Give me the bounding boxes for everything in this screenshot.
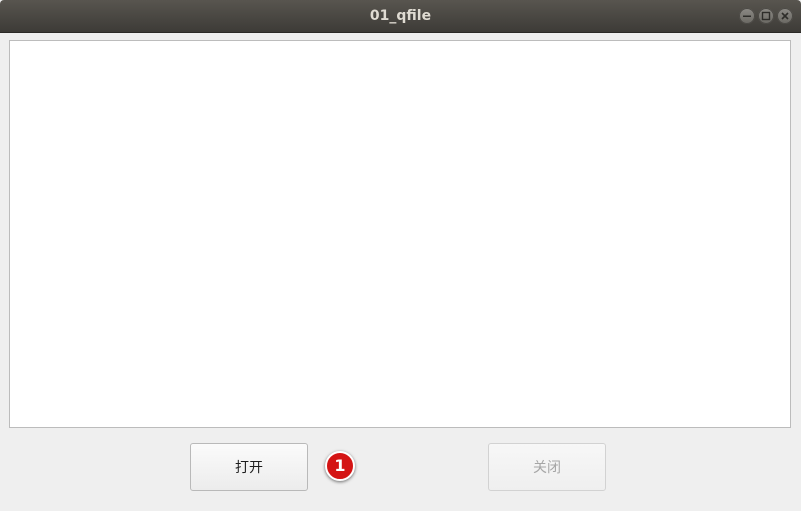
maximize-icon: [761, 11, 771, 21]
close-button[interactable]: 关闭: [488, 443, 606, 491]
minimize-icon: [743, 15, 751, 17]
close-icon: [781, 12, 789, 20]
annotation-marker: 1: [325, 451, 355, 481]
close-window-button[interactable]: [777, 8, 793, 24]
app-window: 01_qfile 打开 1 关闭: [0, 0, 801, 511]
open-button[interactable]: 打开: [190, 443, 308, 491]
window-title: 01_qfile: [369, 8, 432, 24]
text-edit-area[interactable]: [9, 40, 791, 428]
title-bar[interactable]: 01_qfile: [0, 0, 801, 33]
minimize-button[interactable]: [739, 8, 755, 24]
maximize-button[interactable]: [758, 8, 774, 24]
